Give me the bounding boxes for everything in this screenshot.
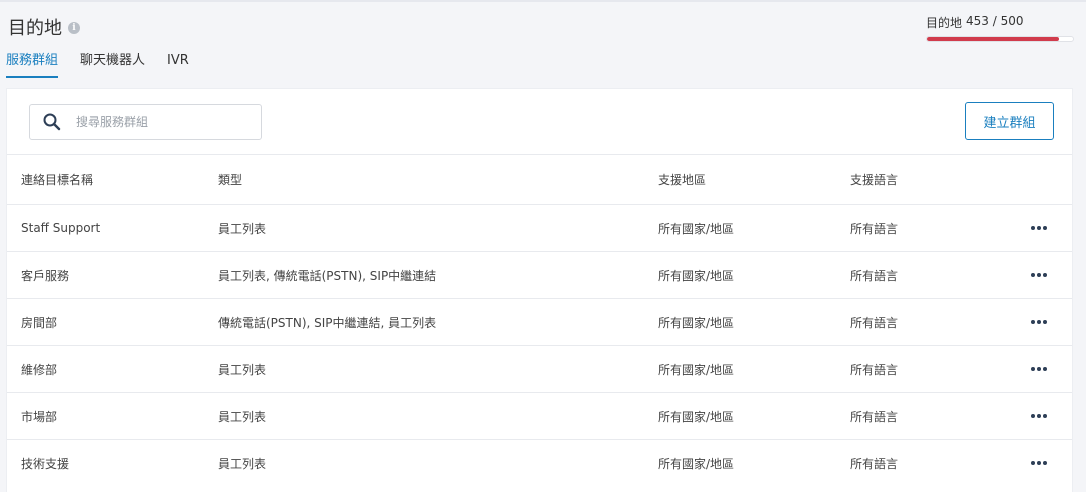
cell-name: 技術支援: [21, 456, 70, 471]
search-box[interactable]: [29, 104, 262, 140]
page-title-text: 目的地: [8, 18, 62, 39]
cell-name: 房間部: [21, 315, 58, 330]
table-row[interactable]: 客戶服務 員工列表, 傳統電話(PSTN), SIP中繼連結 所有國家/地區 所…: [7, 251, 1072, 298]
cell-language: 所有語言: [850, 362, 899, 377]
cell-region: 所有國家/地區: [658, 268, 735, 283]
table-row[interactable]: 房間部 傳統電話(PSTN), SIP中繼連結, 員工列表 所有國家/地區 所有…: [7, 298, 1072, 345]
cell-region: 所有國家/地區: [658, 409, 735, 424]
cell-language: 所有語言: [850, 268, 899, 283]
quota-indicator: 目的地 453 / 500: [926, 14, 1074, 42]
info-icon[interactable]: i: [68, 22, 80, 34]
cell-type: 員工列表, 傳統電話(PSTN), SIP中繼連結: [218, 268, 437, 283]
tab-service-groups[interactable]: 服務群組: [6, 52, 59, 78]
column-header-region[interactable]: 支援地區: [644, 171, 836, 188]
cell-name: 市場部: [21, 409, 58, 424]
table-row[interactable]: Staff Support 員工列表 所有國家/地區 所有語言: [7, 204, 1072, 251]
service-groups-panel: 建立群組 連絡目標名稱 類型 支援地區 支援語言 Staff Support 員…: [6, 88, 1073, 492]
cell-name: 客戶服務: [21, 268, 70, 283]
cell-type: 員工列表: [218, 409, 267, 424]
tab-ivr[interactable]: IVR: [167, 52, 189, 78]
column-header-name[interactable]: 連絡目標名稱: [7, 171, 204, 188]
more-options-icon[interactable]: [1027, 457, 1051, 469]
more-options-icon[interactable]: [1027, 269, 1051, 281]
cell-region: 所有國家/地區: [658, 362, 735, 377]
table-header-row: 連絡目標名稱 類型 支援地區 支援語言: [7, 154, 1072, 204]
cell-type: 員工列表: [218, 362, 267, 377]
cell-language: 所有語言: [850, 221, 899, 236]
cell-region: 所有國家/地區: [658, 456, 735, 471]
cell-type: 員工列表: [218, 221, 267, 236]
more-options-icon[interactable]: [1027, 363, 1051, 375]
tab-chatbot[interactable]: 聊天機器人: [80, 52, 145, 78]
cell-language: 所有語言: [850, 409, 899, 424]
table-row[interactable]: 市場部 員工列表 所有國家/地區 所有語言: [7, 392, 1072, 439]
cell-type: 員工列表: [218, 456, 267, 471]
quota-label: 目的地: [926, 16, 963, 30]
table-row[interactable]: 技術支援 員工列表 所有國家/地區 所有語言: [7, 439, 1072, 486]
cell-type: 傳統電話(PSTN), SIP中繼連結, 員工列表: [218, 315, 437, 330]
column-header-type[interactable]: 類型: [204, 171, 644, 188]
quota-value: 453 / 500: [966, 14, 1024, 28]
cell-region: 所有國家/地區: [658, 221, 735, 236]
page-title: 目的地 i: [8, 14, 80, 40]
table-row[interactable]: 維修部 員工列表 所有國家/地區 所有語言: [7, 345, 1072, 392]
tab-bar: 服務群組 聊天機器人 IVR: [6, 52, 211, 78]
quota-progress-fill: [927, 37, 1060, 41]
more-options-icon[interactable]: [1027, 222, 1051, 234]
cell-name: 維修部: [21, 362, 58, 377]
search-input[interactable]: [76, 115, 246, 129]
more-options-icon[interactable]: [1027, 316, 1051, 328]
column-header-language[interactable]: 支援語言: [836, 171, 1006, 188]
create-group-button[interactable]: 建立群組: [965, 102, 1054, 140]
cell-name: Staff Support: [21, 221, 101, 235]
cell-language: 所有語言: [850, 456, 899, 471]
cell-language: 所有語言: [850, 315, 899, 330]
top-divider: [0, 0, 1086, 2]
quota-progress-bar: [926, 36, 1074, 42]
service-groups-table: 連絡目標名稱 類型 支援地區 支援語言 Staff Support 員工列表 所…: [7, 154, 1072, 486]
search-icon: [43, 113, 61, 131]
cell-region: 所有國家/地區: [658, 315, 735, 330]
more-options-icon[interactable]: [1027, 410, 1051, 422]
